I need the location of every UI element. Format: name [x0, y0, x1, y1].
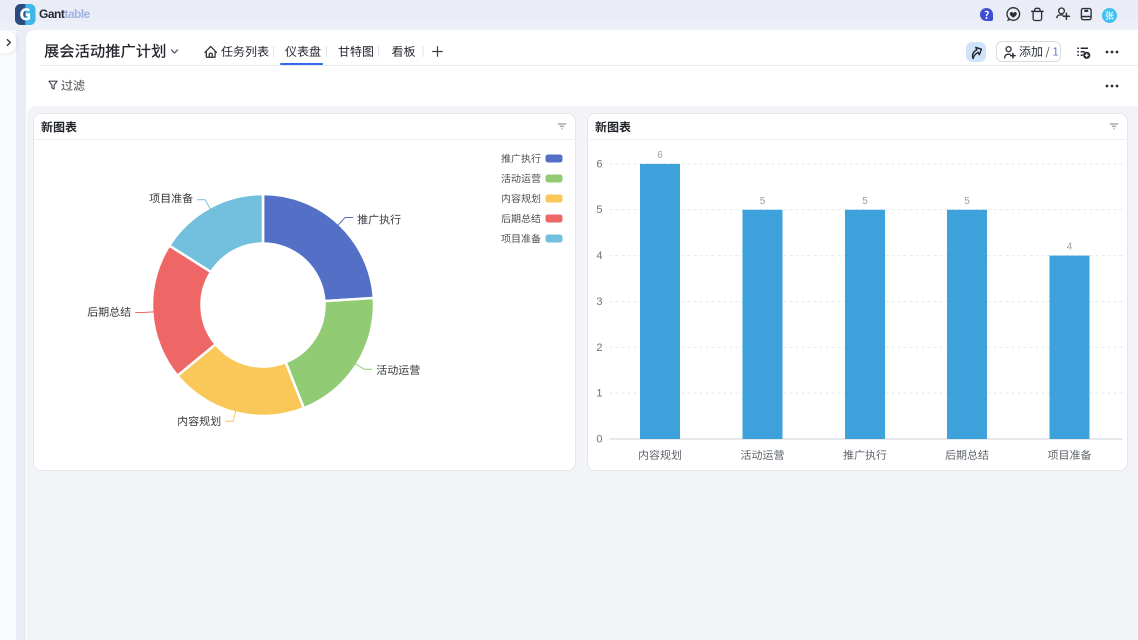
- svg-text:2: 2: [596, 342, 602, 354]
- svg-text:6: 6: [596, 158, 602, 170]
- svg-text:1: 1: [596, 388, 602, 400]
- svg-text:5: 5: [862, 196, 868, 207]
- svg-text:6: 6: [657, 150, 663, 161]
- svg-text:0: 0: [596, 434, 602, 446]
- svg-text:5: 5: [964, 196, 970, 207]
- svg-text:3: 3: [596, 296, 602, 308]
- svg-text:4: 4: [596, 250, 602, 262]
- svg-text:4: 4: [1066, 242, 1072, 253]
- svg-text:5: 5: [759, 196, 765, 207]
- svg-text:5: 5: [596, 204, 602, 216]
